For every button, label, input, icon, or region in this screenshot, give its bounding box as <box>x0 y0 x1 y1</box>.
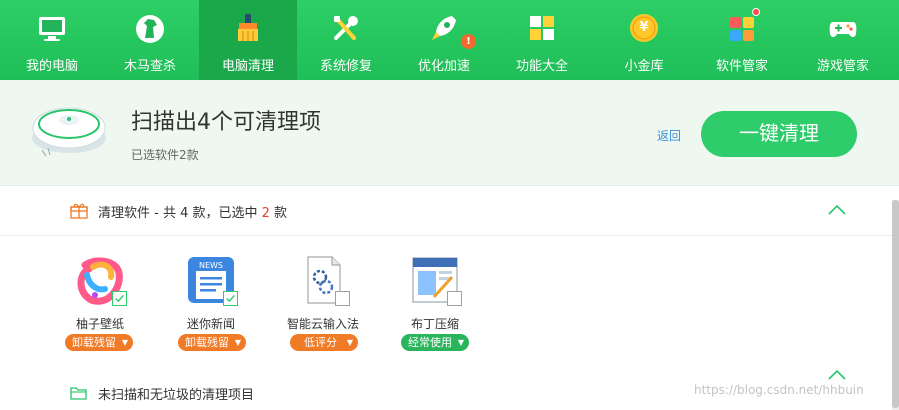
app-action-dropdown[interactable]: 卸载残留 ▼ <box>65 334 133 351</box>
rocket-icon <box>432 16 456 40</box>
caret-down-icon: ▼ <box>121 338 128 347</box>
app-name: 布丁压缩 <box>410 317 459 331</box>
nav-game-manager[interactable]: 游戏管家 <box>794 0 892 80</box>
unscanned-section-title[interactable]: 未扫描和无垃圾的清理项目 <box>98 384 254 403</box>
news-icon-text: NEWS <box>198 261 224 270</box>
nav-system-repair[interactable]: 系统修复 <box>297 0 395 80</box>
section-title-prefix: 清理软件 - 共 4 款，已选中 <box>98 206 262 221</box>
nav-software-manager[interactable]: 软件管家 <box>693 0 791 80</box>
app-item-buding-compress[interactable]: 布丁压缩 经常使用 ▼ <box>380 255 490 351</box>
app-action-dropdown[interactable]: 卸载残留 ▼ <box>178 334 246 351</box>
one-click-clean-button[interactable]: 一键清理 <box>701 111 857 157</box>
nav-label: 小金库 <box>624 59 664 74</box>
app-action-label: 卸载残留 <box>185 336 229 349</box>
caret-down-icon: ▼ <box>457 338 464 347</box>
nav-optimize[interactable]: ! 优化加速 <box>395 0 493 80</box>
nav-label: 电脑清理 <box>221 59 274 74</box>
folder-icon <box>70 387 87 400</box>
nav-vault[interactable]: ¥ 小金库 <box>595 0 693 80</box>
top-nav-bar: 我的电脑 木马查杀 电脑清理 系统修复 ! 优化加速 功能大全 ¥ 小金库 软件… <box>0 0 899 80</box>
app-checkbox[interactable] <box>112 291 127 306</box>
app-checkbox[interactable] <box>223 291 238 306</box>
gamepad-icon <box>829 22 857 37</box>
app-action-label: 低评分 <box>304 336 337 349</box>
wrench-screwdriver-icon <box>334 16 358 40</box>
app-name: 智能云输入法 <box>286 317 359 331</box>
alert-badge: ! <box>461 34 476 49</box>
app-name: 迷你新闻 <box>186 317 235 331</box>
nav-label: 软件管家 <box>715 59 768 74</box>
monitor-icon <box>39 17 65 41</box>
grid-icon <box>530 16 554 40</box>
robot-vacuum-icon <box>32 107 106 157</box>
app-checkbox[interactable] <box>447 291 462 306</box>
chevron-up-icon[interactable] <box>826 368 848 382</box>
nav-pc-clean[interactable]: 电脑清理 <box>199 0 297 80</box>
scrollbar-thumb[interactable] <box>892 200 899 408</box>
app-action-label: 卸载残留 <box>72 336 116 349</box>
chevron-up-icon[interactable] <box>826 202 848 218</box>
app-action-dropdown[interactable]: 低评分 ▼ <box>290 334 358 351</box>
nav-trojan-scan[interactable]: 木马查杀 <box>101 0 199 80</box>
app-checkbox[interactable] <box>335 291 350 306</box>
notification-dot <box>752 8 760 16</box>
caret-down-icon: ▼ <box>346 338 353 347</box>
broom-icon <box>238 14 258 41</box>
nav-label: 木马查杀 <box>123 59 176 74</box>
cleanup-software-section-header[interactable]: 清理软件 - 共 4 款，已选中 2 款 <box>0 186 892 236</box>
app-name: 柚子壁纸 <box>75 317 124 331</box>
nav-label: 游戏管家 <box>816 59 869 74</box>
back-link[interactable]: 返回 <box>657 127 681 144</box>
selected-count-text: 已选软件2款 <box>131 148 199 162</box>
nav-label: 功能大全 <box>515 59 568 74</box>
app-item-mini-news[interactable]: NEWS 迷你新闻 卸载残留 ▼ <box>156 255 266 351</box>
app-item-smart-cloud-input[interactable]: 智能云输入法 低评分 ▼ <box>268 255 378 351</box>
section-title: 清理软件 - 共 4 款，已选中 2 款 <box>98 202 287 221</box>
apps-icon <box>730 17 754 41</box>
selected-count: 2 <box>261 206 270 221</box>
gift-icon <box>70 203 88 219</box>
app-action-label: 经常使用 <box>408 336 452 349</box>
caret-down-icon: ▼ <box>234 338 241 347</box>
nav-label: 系统修复 <box>319 59 372 74</box>
nav-label: 优化加速 <box>417 59 470 74</box>
nav-label: 我的电脑 <box>25 59 78 74</box>
app-item-youzi-wallpaper[interactable]: 柚子壁纸 卸载残留 ▼ <box>45 255 155 351</box>
nav-features[interactable]: 功能大全 <box>493 0 591 80</box>
section-title-suffix: 款 <box>269 206 288 221</box>
nav-my-computer[interactable]: 我的电脑 <box>3 0 101 80</box>
scrollbar[interactable] <box>892 200 899 410</box>
horse-icon <box>136 15 164 43</box>
coin-symbol: ¥ <box>639 20 649 35</box>
scan-result-title: 扫描出4个可清理项 <box>131 110 321 135</box>
app-action-dropdown[interactable]: 经常使用 ▼ <box>401 334 469 351</box>
watermark: https://blog.csdn.net/hhbuin <box>694 383 864 397</box>
scan-summary-panel: 扫描出4个可清理项 已选软件2款 返回 一键清理 <box>0 80 899 186</box>
